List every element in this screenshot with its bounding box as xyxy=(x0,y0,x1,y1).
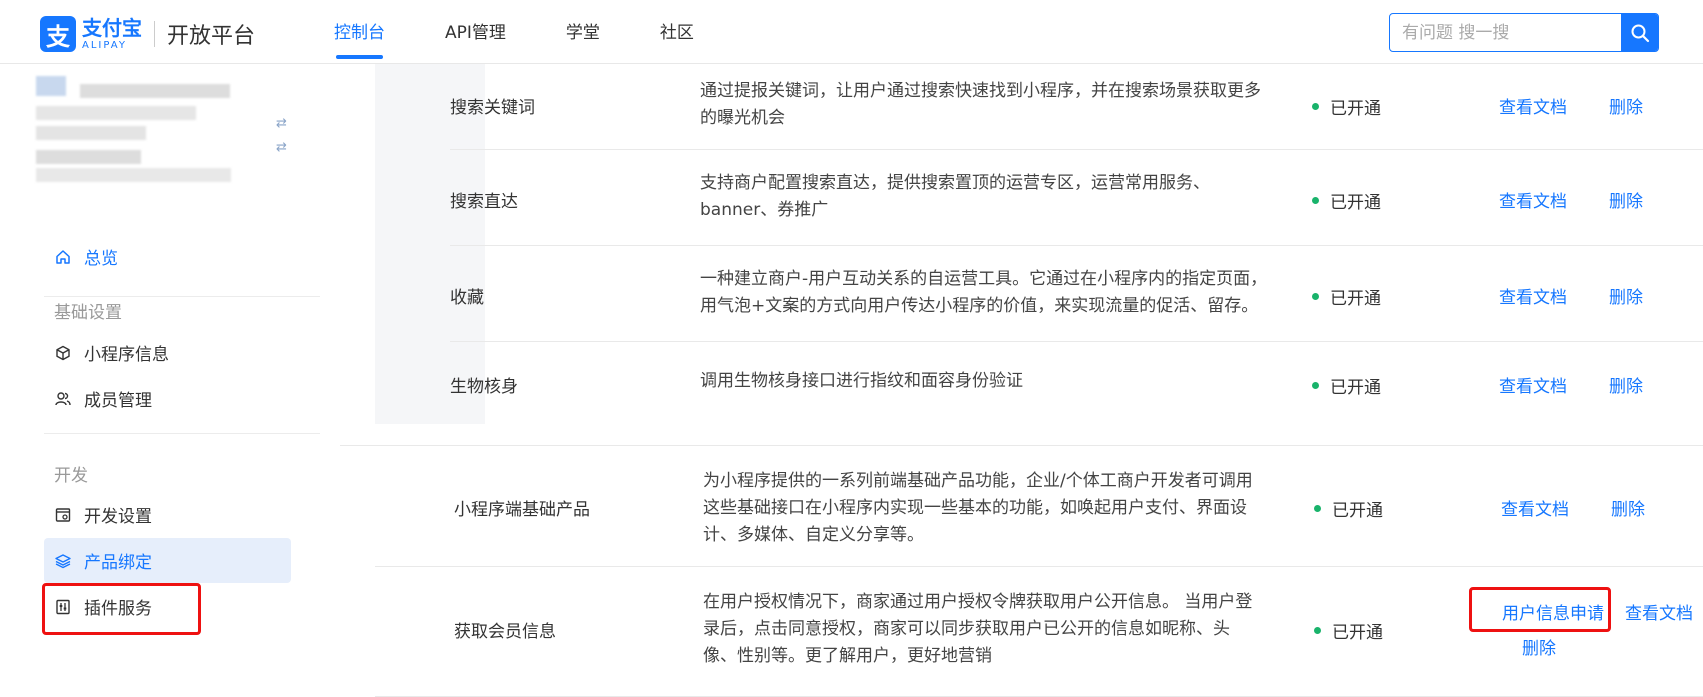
alipay-logo[interactable]: 支 支付宝 ALIPAY 开放平台 xyxy=(40,16,255,52)
sidebar-group-basic-settings: 基础设置 xyxy=(54,303,122,323)
swap-icon[interactable]: ⇄ xyxy=(276,116,287,131)
settings-window-icon xyxy=(54,506,72,524)
sidebar-group-development: 开发 xyxy=(54,466,88,486)
status-badge: 已开通 xyxy=(1312,284,1381,309)
product-name: 搜索关键词 xyxy=(450,98,535,118)
sidebar-item-members[interactable]: 成员管理 xyxy=(44,376,291,421)
users-icon xyxy=(54,390,72,408)
nav-api-management[interactable]: API管理 xyxy=(445,0,506,64)
status-badge: 已开通 xyxy=(1312,188,1381,213)
status-badge: 已开通 xyxy=(1312,373,1381,398)
logo-cn-text: 支付宝 xyxy=(82,15,142,40)
sidebar-item-plugin-services[interactable]: 插件服务 xyxy=(44,584,291,629)
view-docs-link[interactable]: 查看文档 xyxy=(1625,599,1693,624)
search-input[interactable] xyxy=(1390,14,1621,51)
view-docs-link[interactable]: 查看文档 xyxy=(1499,372,1567,397)
product-description: 调用生物核身接口进行指纹和面容身份验证 xyxy=(700,371,1023,391)
sidebar-item-label: 插件服务 xyxy=(84,599,152,619)
view-docs-link[interactable]: 查看文档 xyxy=(1501,495,1569,520)
product-name: 获取会员信息 xyxy=(454,622,556,642)
delete-link[interactable]: 删除 xyxy=(1611,495,1645,520)
delete-link[interactable]: 删除 xyxy=(1609,283,1643,308)
status-badge: 已开通 xyxy=(1314,618,1383,643)
layers-icon xyxy=(54,552,72,570)
table-row: 收藏 一种建立商户-用户互动关系的自运营工具。它通过在小程序内的指定页面，用气泡… xyxy=(340,246,1703,342)
view-docs-link[interactable]: 查看文档 xyxy=(1499,283,1567,308)
table-row: 搜索关键词 通过提报关键词，让用户通过搜索快速找到小程序，并在搜索场景获取更多的… xyxy=(340,64,1703,150)
delete-link[interactable]: 删除 xyxy=(1522,634,1556,659)
product-name: 收藏 xyxy=(450,288,484,308)
delete-link[interactable]: 删除 xyxy=(1609,372,1643,397)
sidebar-divider xyxy=(44,296,320,297)
status-dot xyxy=(1314,505,1321,512)
nav-community[interactable]: 社区 xyxy=(660,0,694,64)
status-badge: 已开通 xyxy=(1314,496,1383,521)
status-text: 已开通 xyxy=(1332,501,1383,521)
product-description: 一种建立商户-用户互动关系的自运营工具。它通过在小程序内的指定页面，用气泡+文案… xyxy=(700,269,1268,316)
sidebar-item-label: 成员管理 xyxy=(84,391,152,411)
table-row: 获取会员信息 在用户授权情况下，商家通过用户授权令牌获取用户公开信息。 当用户登… xyxy=(340,567,1703,697)
product-description: 在用户授权情况下，商家通过用户授权令牌获取用户公开信息。 当用户登录后，点击同意… xyxy=(703,592,1253,666)
top-header: 支 支付宝 ALIPAY 开放平台 控制台 API管理 学堂 社区 xyxy=(0,0,1703,64)
product-name: 小程序端基础产品 xyxy=(454,500,590,520)
product-description: 为小程序提供的一系列前端基础产品功能，企业/个体工商户开发者可调用这些基础接口在… xyxy=(703,471,1253,545)
swap-icon[interactable]: ⇄ xyxy=(276,140,287,155)
main-nav: 控制台 API管理 学堂 社区 xyxy=(334,0,754,64)
platform-title: 开放平台 xyxy=(167,24,256,49)
alipay-logo-icon: 支 xyxy=(40,16,76,52)
nav-academy[interactable]: 学堂 xyxy=(566,0,600,64)
logo-divider xyxy=(154,21,155,47)
status-text: 已开通 xyxy=(1330,193,1381,213)
logo-wordmark: 支付宝 ALIPAY xyxy=(82,18,142,51)
sidebar: ⇄ ⇄ 总览 基础设置 小程序信息 成员管理 开发 开发设置 产品绑定 插件服务 xyxy=(0,64,340,697)
search-icon xyxy=(1631,24,1649,42)
status-text: 已开通 xyxy=(1332,623,1383,643)
product-name: 搜索直达 xyxy=(450,192,518,212)
nav-console[interactable]: 控制台 xyxy=(334,0,385,64)
status-text: 已开通 xyxy=(1330,289,1381,309)
sidebar-item-miniapp-info[interactable]: 小程序信息 xyxy=(44,330,291,375)
status-dot xyxy=(1312,197,1319,204)
sidebar-item-label: 开发设置 xyxy=(84,507,152,527)
table-row: 生物核身 调用生物核身接口进行指纹和面容身份验证 已开通 查看文档 删除 xyxy=(340,342,1703,424)
product-description: 支持商户配置搜索直达，提供搜索置顶的运营专区，运营常用服务、banner、券推广 xyxy=(700,173,1210,220)
sidebar-item-product-binding[interactable]: 产品绑定 xyxy=(44,538,291,583)
plugin-icon xyxy=(54,598,72,616)
user-info-apply-link[interactable]: 用户信息申请 xyxy=(1502,599,1604,624)
status-dot xyxy=(1312,103,1319,110)
product-description: 通过提报关键词，让用户通过搜索快速找到小程序，并在搜索场景获取更多的曝光机会 xyxy=(700,81,1261,128)
sidebar-divider xyxy=(44,433,320,434)
logo-en-text: ALIPAY xyxy=(82,39,127,51)
status-dot xyxy=(1314,627,1321,634)
sidebar-item-label: 小程序信息 xyxy=(84,345,169,365)
status-text: 已开通 xyxy=(1330,99,1381,119)
sidebar-item-label: 总览 xyxy=(84,249,118,269)
main-content: 搜索关键词 通过提报关键词，让用户通过搜索快速找到小程序，并在搜索场景获取更多的… xyxy=(340,64,1703,697)
sidebar-item-label: 产品绑定 xyxy=(84,553,152,573)
delete-link[interactable]: 删除 xyxy=(1609,187,1643,212)
search-box xyxy=(1389,13,1659,52)
status-dot xyxy=(1312,382,1319,389)
product-name: 生物核身 xyxy=(450,377,518,397)
status-text: 已开通 xyxy=(1330,378,1381,398)
view-docs-link[interactable]: 查看文档 xyxy=(1499,93,1567,118)
cube-icon xyxy=(54,344,72,362)
table-row: 搜索直达 支持商户配置搜索直达，提供搜索置顶的运营专区，运营常用服务、banne… xyxy=(340,150,1703,246)
table-row: 小程序端基础产品 为小程序提供的一系列前端基础产品功能，企业/个体工商户开发者可… xyxy=(340,445,1703,567)
status-badge: 已开通 xyxy=(1312,94,1381,119)
delete-link[interactable]: 删除 xyxy=(1609,93,1643,118)
view-docs-link[interactable]: 查看文档 xyxy=(1499,187,1567,212)
sidebar-item-overview[interactable]: 总览 xyxy=(44,234,291,279)
sidebar-item-dev-settings[interactable]: 开发设置 xyxy=(44,492,291,537)
search-button[interactable] xyxy=(1621,14,1658,51)
home-icon xyxy=(54,248,72,266)
status-dot xyxy=(1312,293,1319,300)
